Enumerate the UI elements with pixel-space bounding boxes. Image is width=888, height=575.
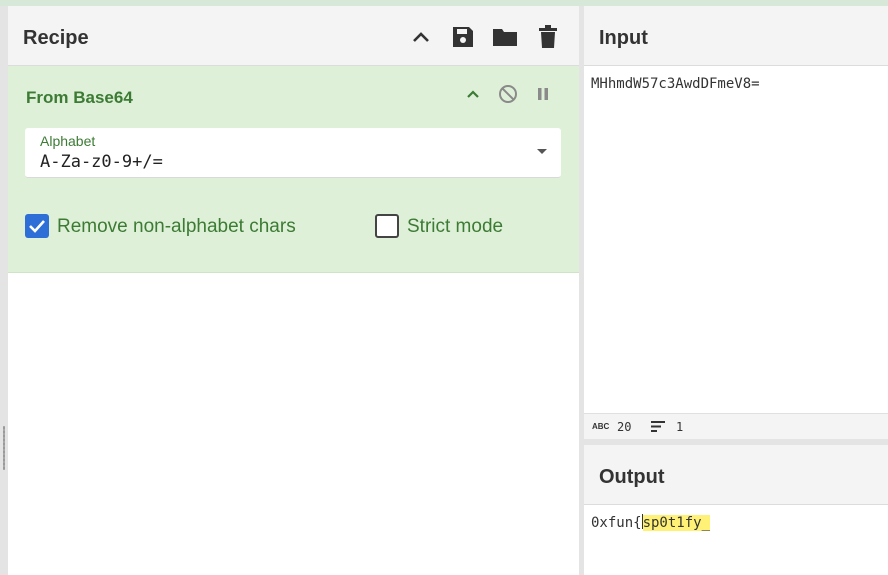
input-textarea[interactable]: MHhmdW57c3AwdDFmeV8= <box>591 76 760 92</box>
input-status-bar: ABC 20 1 <box>584 413 888 439</box>
recipe-title: Recipe <box>23 27 89 49</box>
output-textarea[interactable]: 0xfun{sp0t1fy_ <box>591 514 711 531</box>
output-header: Output <box>584 445 888 505</box>
input-panel: Input MHhmdW57c3AwdDFmeV8= ABC 20 1 <box>584 6 888 439</box>
alphabet-value: A-Za-z0-9+/= <box>40 152 163 172</box>
output-panel: Output 0xfun{sp0t1fy_ <box>584 445 888 575</box>
remove-non-alphabet-label: Remove non-alphabet chars <box>57 216 296 237</box>
input-title: Input <box>599 27 648 49</box>
resize-grip-icon[interactable] <box>3 426 5 470</box>
input-line-count: 1 <box>676 420 684 434</box>
checkbox-checked-icon[interactable] <box>25 214 49 238</box>
input-length: 20 <box>617 420 632 434</box>
alphabet-select[interactable]: Alphabet A-Za-z0-9+/= <box>25 128 561 178</box>
checkbox-unchecked-icon[interactable] <box>375 214 399 238</box>
lines-icon <box>651 421 665 432</box>
input-header: Input <box>584 6 888 66</box>
alphabet-label: Alphabet <box>40 133 96 149</box>
save-icon[interactable] <box>450 24 476 50</box>
dropdown-caret-icon[interactable] <box>537 149 547 154</box>
chevron-up-icon[interactable] <box>408 24 434 50</box>
output-title: Output <box>599 466 665 488</box>
recipe-header: Recipe <box>8 6 579 66</box>
pause-operation-icon[interactable] <box>532 83 554 105</box>
output-highlighted-text: sp0t1fy_ <box>642 515 711 531</box>
collapse-operation-icon[interactable] <box>462 83 484 105</box>
operation-title: From Base64 <box>26 88 133 107</box>
disable-operation-icon[interactable] <box>497 83 519 105</box>
folder-icon[interactable] <box>492 24 518 50</box>
abc-icon: ABC <box>592 422 610 431</box>
left-resize-rail[interactable] <box>0 6 8 575</box>
trash-icon[interactable] <box>535 24 561 50</box>
recipe-panel: Recipe From Base64 Alphabet A-Za-z0-9+/= <box>8 6 579 575</box>
strict-mode-label: Strict mode <box>407 216 504 237</box>
from-base64-operation: From Base64 Alphabet A-Za-z0-9+/= Remove… <box>8 66 579 273</box>
output-plain-text: 0xfun{ <box>591 515 642 531</box>
